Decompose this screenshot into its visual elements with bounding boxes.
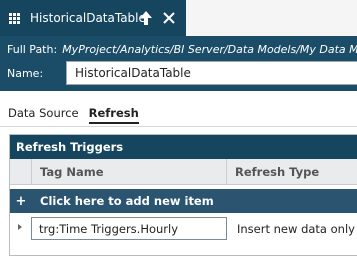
tag-name-cell[interactable]: trg:Time Triggers.Hourly (31, 217, 227, 240)
subtab-divider (0, 126, 357, 127)
properties-header: Full Path: MyProject/Analytics/BI Server… (0, 36, 357, 91)
tab-title: HistoricalDataTable (30, 11, 146, 25)
full-path-row: Full Path: MyProject/Analytics/BI Server… (7, 40, 357, 58)
row-selector-arrow-icon (18, 224, 22, 230)
subtab-bar: Data Source Refresh (8, 106, 139, 124)
add-new-item-label: Click here to add new item (40, 194, 214, 208)
document-tabstrip: HistoricalDataTable (0, 0, 357, 36)
grid-column-header: Tag Name Refresh Type (10, 159, 357, 185)
tab-data-source[interactable]: Data Source (8, 106, 79, 124)
add-new-item-row[interactable]: + Click here to add new item (10, 189, 357, 213)
plus-icon: + (15, 193, 27, 209)
name-label: Name: (7, 66, 44, 80)
close-icon[interactable] (162, 10, 176, 26)
full-path-label: Full Path: (7, 42, 58, 56)
tab-refresh[interactable]: Refresh (88, 106, 139, 124)
column-header-tag-name[interactable]: Tag Name (32, 159, 227, 185)
panel-title: Refresh Triggers (10, 135, 357, 159)
table-row[interactable]: trg:Time Triggers.Hourly Insert new data… (10, 215, 357, 241)
name-field[interactable] (66, 61, 357, 85)
pin-up-arrow-icon[interactable] (139, 10, 153, 26)
document-tab[interactable]: HistoricalDataTable (0, 0, 186, 36)
row-header-gutter (10, 159, 32, 185)
table-grid-icon (9, 12, 22, 24)
column-header-refresh-type[interactable]: Refresh Type (227, 159, 357, 185)
refresh-type-cell[interactable]: Insert new data only (236, 217, 356, 240)
full-path-value: MyProject/Analytics/BI Server/Data Model… (62, 42, 357, 56)
name-row: Name: (7, 61, 357, 85)
refresh-triggers-panel: Refresh Triggers Tag Name Refresh Type +… (9, 134, 357, 256)
